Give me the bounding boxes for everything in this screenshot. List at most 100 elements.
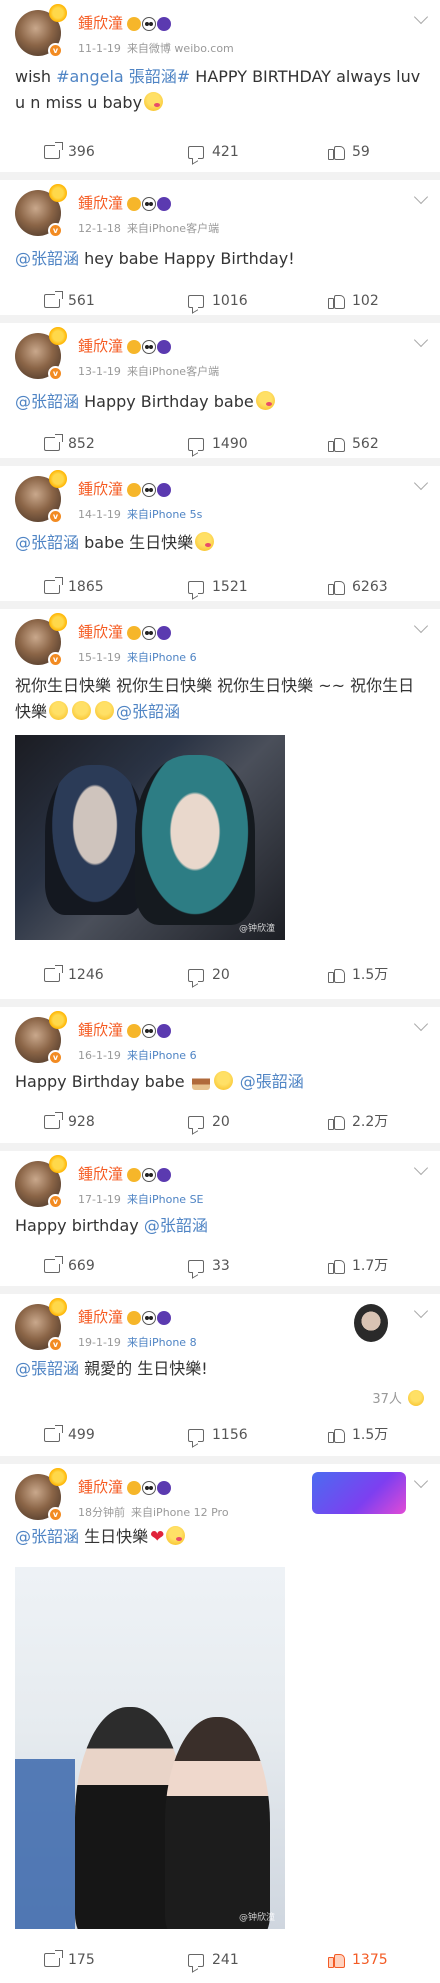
sticker-portrait — [354, 1304, 388, 1342]
post-text: Happy birthday @张韶涵 — [15, 1213, 426, 1239]
night-badge-icon — [157, 1168, 172, 1182]
chevron-down-icon[interactable] — [413, 1160, 429, 1176]
crown-icon — [127, 1481, 142, 1495]
share-icon — [44, 434, 63, 451]
comment-button[interactable]: 1156 — [188, 1420, 248, 1450]
chevron-down-icon[interactable] — [413, 1473, 429, 1489]
like-button[interactable]: 562 — [328, 429, 379, 459]
post-text: @张韶涵 Happy Birthday babe — [15, 389, 426, 415]
post-source[interactable]: 来自iPhone 6 — [127, 651, 197, 664]
share-button[interactable]: 669 — [44, 1251, 95, 1281]
hashtag-link[interactable]: #angela 張韶涵# — [56, 67, 190, 86]
like-button[interactable]: 1.5万 — [328, 960, 388, 990]
share-icon — [44, 577, 63, 594]
avatar[interactable]: v — [15, 1011, 67, 1065]
crown-icon — [127, 483, 142, 497]
kiss-emoji-icon — [166, 1526, 186, 1545]
user-name[interactable]: 鍾欣潼 — [78, 12, 172, 33]
share-button[interactable]: 561 — [44, 286, 95, 316]
panda-icon — [142, 1311, 157, 1325]
chevron-down-icon[interactable] — [413, 1016, 429, 1032]
user-name[interactable]: 鍾欣潼 — [78, 621, 172, 642]
post-source[interactable]: 来自iPhone 8 — [127, 1336, 197, 1349]
post-photo[interactable]: @钟欣潼 — [15, 1567, 285, 1929]
like-button[interactable]: 2.2万 — [328, 1107, 388, 1137]
share-button[interactable]: 396 — [44, 137, 95, 167]
share-button[interactable]: 499 — [44, 1420, 95, 1450]
chevron-down-icon[interactable] — [413, 475, 429, 491]
mention-link[interactable]: @张韶涵 — [116, 702, 180, 721]
mention-link[interactable]: @张韶涵 — [15, 533, 79, 552]
user-name[interactable]: 鍾欣潼 — [78, 1476, 172, 1497]
post-date: 17-1-19 — [78, 1193, 121, 1206]
comment-button[interactable]: 421 — [188, 137, 239, 167]
chevron-down-icon[interactable] — [413, 189, 429, 205]
share-button[interactable]: 175 — [44, 1945, 95, 1975]
mention-link[interactable]: @张韶涵 — [144, 1216, 208, 1235]
like-button[interactable]: 1.7万 — [328, 1251, 388, 1281]
avatar[interactable]: v — [15, 1298, 67, 1352]
comment-button[interactable]: 1016 — [188, 286, 248, 316]
post-source[interactable]: 来自iPhone 6 — [127, 1049, 197, 1062]
sun-badge-icon — [49, 184, 67, 202]
like-button[interactable]: 59 — [328, 137, 370, 167]
reaction-summary[interactable]: 37人 — [372, 1388, 426, 1407]
night-badge-icon — [157, 483, 172, 497]
post-actions: 669 33 1.7万 — [0, 1251, 440, 1281]
share-button[interactable]: 1865 — [44, 572, 104, 602]
comment-button[interactable]: 20 — [188, 960, 230, 990]
like-button[interactable]: 1375 — [328, 1945, 388, 1975]
chevron-down-icon[interactable] — [413, 9, 429, 25]
mention-link[interactable]: @張韶涵 — [15, 1359, 79, 1378]
comment-button[interactable]: 241 — [188, 1945, 239, 1975]
share-icon — [44, 1425, 63, 1442]
crown-icon — [127, 340, 142, 354]
user-name[interactable]: 鍾欣潼 — [78, 335, 172, 356]
user-badges — [127, 1309, 172, 1327]
comment-button[interactable]: 20 — [188, 1107, 230, 1137]
post-source[interactable]: 来自iPhone SE — [127, 1193, 204, 1206]
avatar[interactable]: v — [15, 1155, 67, 1209]
avatar[interactable]: v — [15, 1468, 67, 1522]
panda-icon — [142, 197, 157, 211]
avatar[interactable]: v — [15, 4, 67, 58]
avatar[interactable]: v — [15, 184, 67, 238]
chevron-down-icon[interactable] — [413, 1303, 429, 1319]
comment-button[interactable]: 1521 — [188, 572, 248, 602]
post-date: 12-1-18 — [78, 222, 121, 235]
user-name[interactable]: 鍾欣潼 — [78, 192, 172, 213]
comment-count: 1521 — [212, 579, 248, 595]
mention-link[interactable]: @张韶涵 — [15, 249, 79, 268]
share-count: 175 — [68, 1952, 95, 1968]
user-name-text: 鍾欣潼 — [78, 1165, 124, 1183]
avatar[interactable]: v — [15, 470, 67, 524]
share-button[interactable]: 1246 — [44, 960, 104, 990]
post-meta: 13-1-19 来自iPhone客户端 — [78, 363, 219, 379]
chevron-down-icon[interactable] — [413, 332, 429, 348]
user-name[interactable]: 鍾欣潼 — [78, 1306, 172, 1327]
comment-button[interactable]: 1490 — [188, 429, 248, 459]
like-button[interactable]: 1.5万 — [328, 1420, 388, 1450]
like-button[interactable]: 6263 — [328, 572, 388, 602]
comment-count: 20 — [212, 1114, 230, 1130]
mention-link[interactable]: @張韶涵 — [240, 1072, 304, 1091]
mention-link[interactable]: @张韶涵 — [15, 1527, 79, 1546]
post-photo[interactable]: @钟欣潼 — [15, 735, 285, 940]
chevron-down-icon[interactable] — [413, 618, 429, 634]
avatar[interactable]: v — [15, 327, 67, 381]
share-button[interactable]: 928 — [44, 1107, 95, 1137]
verified-icon: v — [48, 43, 63, 58]
comment-button[interactable]: 33 — [188, 1251, 230, 1281]
panda-icon — [142, 483, 157, 497]
like-button[interactable]: 102 — [328, 286, 379, 316]
share-button[interactable]: 852 — [44, 429, 95, 459]
mention-link[interactable]: @张韶涵 — [15, 392, 79, 411]
user-name[interactable]: 鍾欣潼 — [78, 478, 172, 499]
like-count: 1375 — [352, 1952, 388, 1968]
user-name[interactable]: 鍾欣潼 — [78, 1019, 172, 1040]
like-count: 102 — [352, 293, 379, 309]
post-source[interactable]: 来自iPhone 5s — [127, 508, 202, 521]
avatar[interactable]: v — [15, 613, 67, 667]
comment-icon — [188, 437, 204, 451]
user-name[interactable]: 鍾欣潼 — [78, 1163, 172, 1184]
